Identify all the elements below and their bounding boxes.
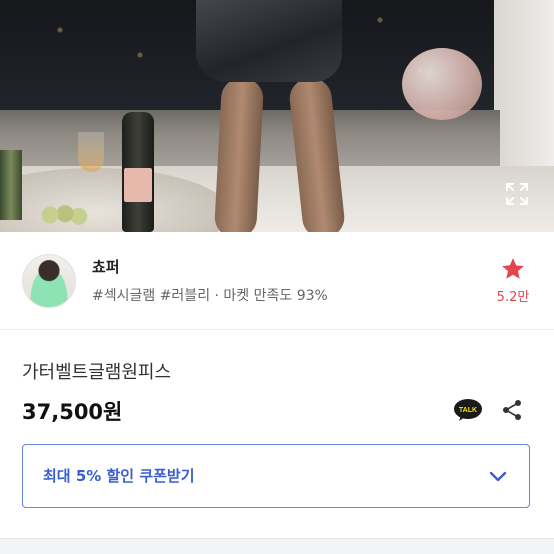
coupon-label: 최대 5% 할인 쿠폰받기	[43, 467, 195, 485]
coupon-button[interactable]: 최대 5% 할인 쿠폰받기	[22, 444, 530, 508]
share-icon[interactable]	[500, 398, 524, 422]
avatar[interactable]	[22, 254, 76, 308]
favorite-button[interactable]: 5.2만	[490, 256, 536, 305]
product-title: 가터벨트글램원피스	[22, 362, 172, 383]
star-icon	[502, 258, 524, 279]
svg-text:TALK: TALK	[459, 407, 477, 414]
talk-icon[interactable]: TALK	[453, 398, 483, 422]
seller-info[interactable]: 쵸퍼 #섹시글램 #러블리 · 마켓 만족도 93% 5.2만	[0, 232, 554, 330]
seller-name[interactable]: 쵸퍼	[92, 256, 120, 277]
expand-icon[interactable]	[504, 181, 530, 207]
seller-description: #섹시글램 #러블리 · 마켓 만족도 93%	[92, 288, 328, 304]
dress	[196, 0, 342, 82]
product-photo[interactable]	[0, 0, 554, 232]
chevron-down-icon	[489, 471, 507, 482]
product-price: 37,500원	[22, 400, 123, 424]
favorite-count: 5.2만	[496, 290, 530, 305]
section-divider	[0, 538, 554, 554]
